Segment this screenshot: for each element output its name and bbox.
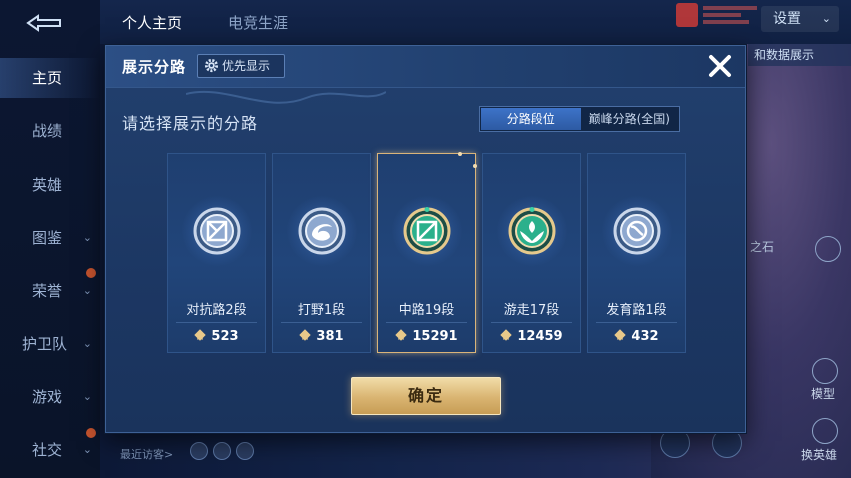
sidebar-item-gallery[interactable]: 图鉴 ⌄ [0, 218, 100, 258]
avatar[interactable] [213, 442, 231, 460]
rank-badge-icon [676, 3, 698, 27]
rank-points-icon [395, 329, 408, 341]
change-hero-icon[interactable] [812, 418, 838, 444]
avatar[interactable] [236, 442, 254, 460]
rank-points-icon [299, 329, 312, 341]
lane-card-roam[interactable]: 游走17段 12459 [482, 153, 581, 353]
modal-subtitle: 请选择展示的分路 [122, 114, 259, 133]
close-icon[interactable] [704, 50, 736, 82]
lane-name: 中路19段 [398, 303, 455, 318]
sidebar: 主页 战绩 英雄 图鉴 ⌄ 荣誉 ⌄ 护卫队 ⌄ 游戏 ⌄ 社交 ⌄ [0, 0, 100, 478]
farm-lane-emblem-icon [613, 207, 661, 255]
modal-header: 展示分路 优先显示 [106, 46, 745, 88]
lane-name: 打野1段 [297, 303, 346, 318]
priority-display-button[interactable]: 优先显示 [197, 54, 285, 78]
chevron-down-icon: ⌄ [82, 231, 92, 244]
rank-points-icon [500, 329, 513, 341]
change-hero-label: 换英雄 [801, 448, 838, 462]
avatar[interactable] [190, 442, 208, 460]
sidebar-item-social[interactable]: 社交 ⌄ [0, 430, 100, 470]
mid-lane-emblem-icon [403, 207, 451, 255]
notification-dot [86, 268, 96, 278]
sidebar-item-games[interactable]: 游戏 ⌄ [0, 377, 100, 417]
sidebar-item-honor[interactable]: 荣誉 ⌄ [0, 271, 100, 311]
lane-score: 381 [273, 329, 370, 344]
chevron-down-icon: ⌄ [82, 337, 92, 350]
lane-mode-toggle: 分路段位 巅峰分路(全国) [479, 106, 680, 132]
clash-lane-emblem-icon [193, 207, 241, 255]
stone-label: 之石 [750, 240, 775, 254]
lane-score: 12459 [483, 329, 580, 344]
sidebar-item-guard-team[interactable]: 护卫队 ⌄ [0, 324, 100, 364]
back-arrow-icon[interactable] [22, 12, 66, 34]
lane-score: 523 [168, 329, 265, 344]
status-info [703, 6, 757, 26]
sidebar-item-record[interactable]: 战绩 [0, 111, 100, 151]
tab-personal-home[interactable]: 个人主页 [122, 12, 182, 33]
sidebar-item-home[interactable]: 主页 [0, 58, 100, 98]
lane-card-jungle[interactable]: 打野1段 381 [272, 153, 371, 353]
lane-card-farm[interactable]: 发育路1段 432 [587, 153, 686, 353]
rank-points-icon [614, 329, 627, 341]
lane-name: 对抗路2段 [186, 303, 247, 318]
data-display-button[interactable]: 和数据展示 [748, 44, 851, 66]
lane-score: 432 [588, 329, 685, 344]
model-label: 模型 [811, 387, 836, 401]
confirm-button[interactable]: 确定 [351, 377, 501, 415]
jungle-emblem-icon [298, 207, 346, 255]
modal-title: 展示分路 [122, 58, 187, 76]
model-icon[interactable] [812, 358, 838, 384]
lane-card-mid[interactable]: 中路19段 15291 [377, 152, 477, 353]
settings-dropdown[interactable]: 设置 ⌄ [761, 6, 839, 32]
tab-esports-career[interactable]: 电竞生涯 [228, 12, 288, 33]
emblem-icon[interactable] [815, 236, 841, 262]
gear-icon [204, 58, 219, 73]
lane-name: 发育路1段 [606, 303, 667, 318]
recent-visitors[interactable]: 最近访客> [120, 446, 173, 462]
chevron-down-icon: ⌄ [821, 12, 831, 25]
notification-dot [86, 428, 96, 438]
chevron-down-icon: ⌄ [82, 390, 92, 403]
lane-score: 15291 [378, 329, 475, 344]
sidebar-item-heroes[interactable]: 英雄 [0, 165, 100, 205]
lane-display-modal: 展示分路 优先显示 请选择展示的分路 分路段位 巅峰分路(全国) 对抗路2段 5… [105, 45, 746, 433]
rank-points-icon [194, 329, 207, 341]
lane-name: 游走17段 [503, 303, 560, 318]
lane-card-clash[interactable]: 对抗路2段 523 [167, 153, 266, 353]
segment-lane-rank[interactable]: 分路段位 [481, 108, 581, 130]
roam-emblem-icon [508, 207, 556, 255]
segment-peak-lane[interactable]: 巅峰分路(全国) [581, 108, 679, 130]
